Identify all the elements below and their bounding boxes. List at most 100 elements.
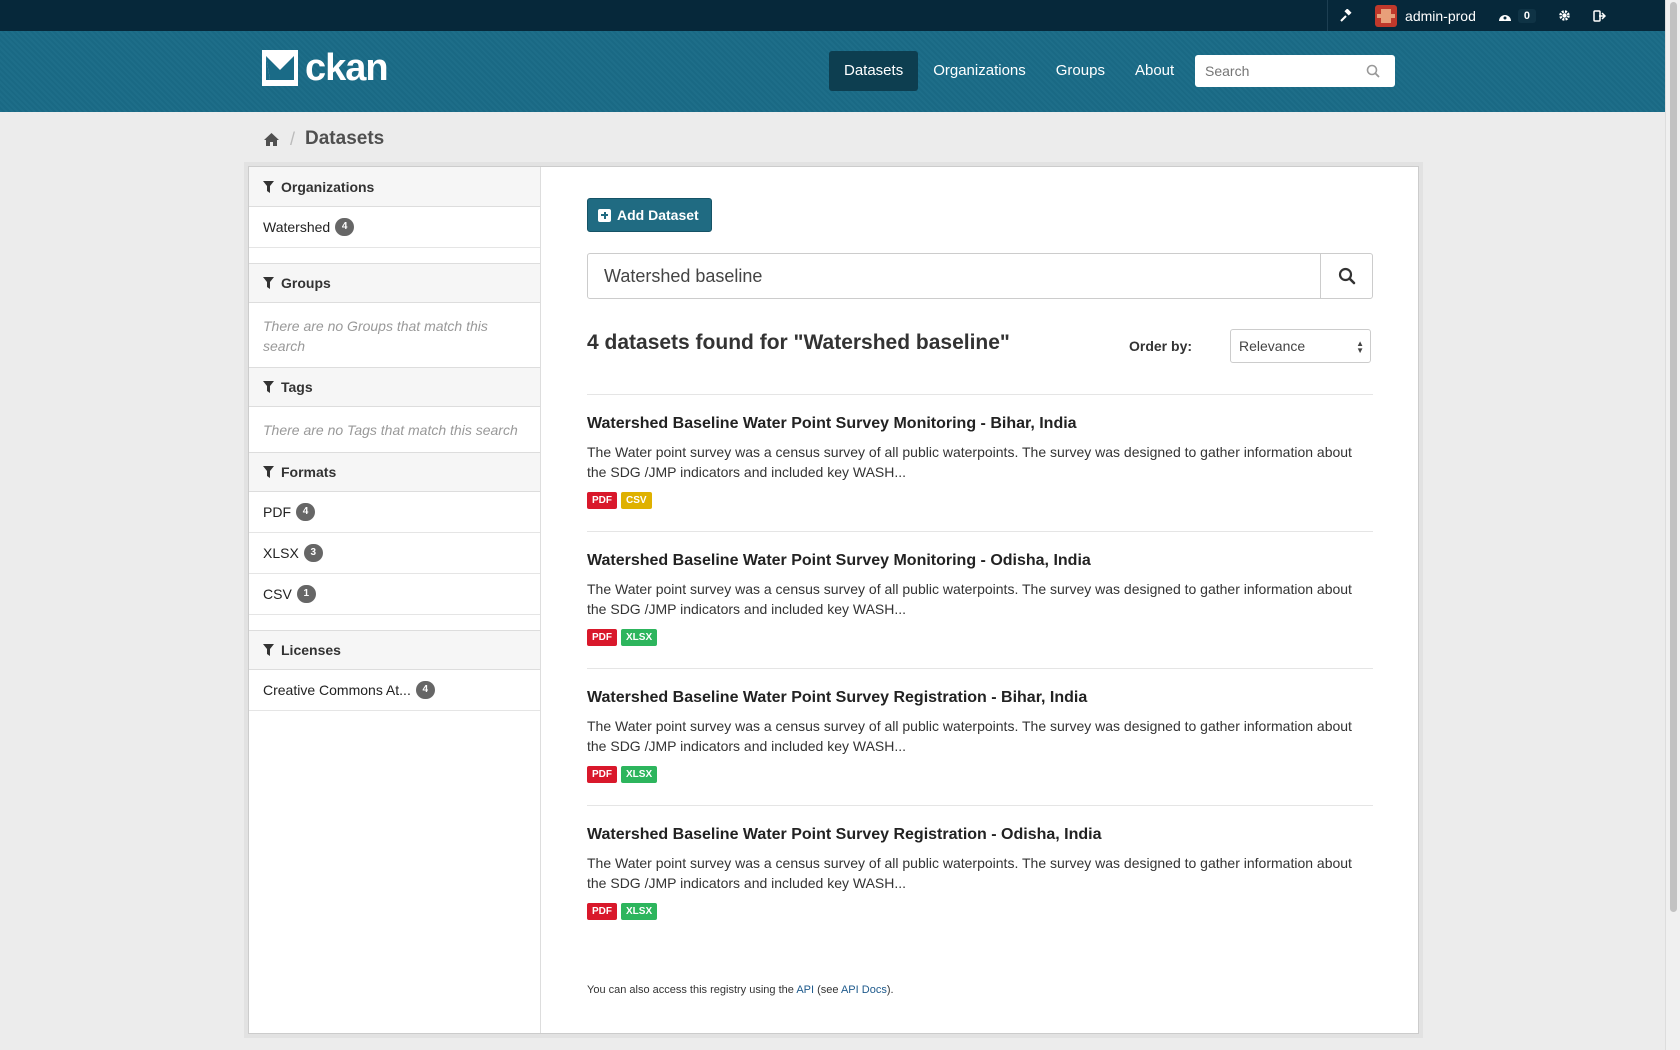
- facet-label: Watershed: [263, 219, 331, 235]
- activity-count: 0: [1517, 8, 1536, 23]
- nav-datasets[interactable]: Datasets: [829, 51, 919, 91]
- dataset-formats: PDF CSV: [587, 492, 1373, 509]
- filter-icon: [263, 644, 274, 656]
- plus-square-icon: [598, 208, 611, 222]
- facet-count: 4: [415, 681, 435, 699]
- nav-about[interactable]: About: [1120, 51, 1189, 91]
- add-dataset-button[interactable]: Add Dataset: [587, 198, 712, 232]
- facet-item-watershed[interactable]: Watershed 4: [249, 207, 540, 248]
- facet-item-pdf[interactable]: PDF 4: [249, 492, 540, 533]
- scrollbar-thumb[interactable]: [1670, 2, 1677, 912]
- dataset-formats: PDF XLSX: [587, 629, 1373, 646]
- order-by-select[interactable]: Relevance ▲ ▼: [1230, 329, 1371, 363]
- site-search-input[interactable]: [1195, 56, 1355, 86]
- format-label-pdf[interactable]: PDF: [587, 903, 617, 920]
- dataset-formats: PDF XLSX: [587, 903, 1373, 920]
- format-label-pdf[interactable]: PDF: [587, 629, 617, 646]
- format-label-csv[interactable]: CSV: [621, 492, 652, 509]
- dataset-description: The Water point survey was a census surv…: [587, 855, 1352, 891]
- dataset-item: Watershed Baseline Water Point Survey Mo…: [587, 394, 1373, 531]
- sign-out-icon: [1593, 9, 1606, 22]
- facet-count: 1: [296, 585, 316, 603]
- search-icon: [1366, 64, 1380, 78]
- format-label-pdf[interactable]: PDF: [587, 766, 617, 783]
- ckan-logo[interactable]: ckan: [262, 47, 389, 89]
- username: admin-prod: [1405, 7, 1476, 24]
- breadcrumb-current[interactable]: Datasets: [305, 128, 384, 150]
- facet-label: CSV: [263, 586, 292, 602]
- logo-text: ckan: [305, 47, 389, 89]
- api-docs-link[interactable]: API Docs: [841, 984, 887, 996]
- site-search-button[interactable]: [1355, 56, 1391, 86]
- facet-title: Groups: [281, 275, 331, 291]
- logout-link[interactable]: [1582, 0, 1617, 31]
- dataset-search-input[interactable]: [588, 254, 1320, 298]
- dataset-item: Watershed Baseline Water Point Survey Mo…: [587, 531, 1373, 668]
- facet-item-license[interactable]: Creative Commons At... 4: [249, 670, 540, 711]
- dataset-description: The Water point survey was a census surv…: [587, 444, 1352, 480]
- facet-title: Tags: [281, 379, 313, 395]
- facet-count: 3: [303, 544, 323, 562]
- results-title: 4 datasets found for "Watershed baseline…: [587, 331, 1010, 354]
- filter-icon: [263, 277, 274, 289]
- scrollbar[interactable]: [1665, 0, 1680, 1050]
- format-label-xlsx[interactable]: XLSX: [621, 766, 658, 783]
- filter-icon: [263, 180, 274, 193]
- sysadmin-link[interactable]: [1327, 0, 1364, 31]
- facet-sidebar: Organizations Watershed 4 Groups There a…: [249, 167, 541, 1033]
- facet-empty-groups: There are no Groups that match this sear…: [263, 318, 488, 354]
- api-note-middle: (see: [814, 984, 841, 996]
- breadcrumb-separator: /: [290, 128, 296, 149]
- dashboard-link[interactable]: 0: [1487, 0, 1547, 31]
- facet-item-xlsx[interactable]: XLSX 3: [249, 533, 540, 574]
- user-profile-link[interactable]: admin-prod: [1364, 0, 1487, 31]
- format-label-xlsx[interactable]: XLSX: [621, 629, 658, 646]
- logo-icon: [262, 50, 298, 86]
- gear-icon: [1559, 10, 1570, 21]
- api-note-prefix: You can also access this registry using …: [587, 984, 797, 996]
- settings-link[interactable]: [1547, 0, 1582, 31]
- facet-empty-tags: There are no Tags that match this search: [263, 422, 518, 438]
- dataset-formats: PDF XLSX: [587, 766, 1373, 783]
- search-icon: [1338, 267, 1355, 285]
- dataset-title[interactable]: Watershed Baseline Water Point Survey Mo…: [587, 415, 1373, 433]
- api-note-suffix: ).: [886, 984, 894, 996]
- nav-groups[interactable]: Groups: [1041, 51, 1120, 91]
- site-search: [1195, 55, 1395, 87]
- facet-heading-tags: Tags: [249, 367, 540, 407]
- dataset-title[interactable]: Watershed Baseline Water Point Survey Mo…: [587, 552, 1373, 570]
- facet-title: Organizations: [281, 178, 375, 195]
- facet-gap: [249, 248, 540, 263]
- api-link[interactable]: API: [796, 984, 814, 996]
- masthead: ckan Datasets Organizations Groups About: [0, 31, 1665, 112]
- facet-label: XLSX: [263, 545, 299, 561]
- facet-title: Licenses: [281, 642, 341, 658]
- home-icon[interactable]: [263, 132, 280, 147]
- dataset-search-button[interactable]: [1320, 254, 1372, 298]
- facet-count: 4: [296, 503, 315, 521]
- dataset-search: [587, 253, 1373, 299]
- dataset-title[interactable]: Watershed Baseline Water Point Survey Re…: [587, 826, 1373, 844]
- dataset-title[interactable]: Watershed Baseline Water Point Survey Re…: [587, 689, 1373, 707]
- nav-organizations[interactable]: Organizations: [918, 51, 1041, 91]
- facet-heading-formats: Formats: [249, 452, 540, 492]
- dataset-list: Watershed Baseline Water Point Survey Mo…: [587, 394, 1373, 942]
- facet-heading-licenses: Licenses: [249, 630, 540, 670]
- format-label-xlsx[interactable]: XLSX: [621, 903, 658, 920]
- facet-label: Creative Commons At...: [263, 682, 411, 698]
- facet-item-csv[interactable]: CSV 1: [249, 574, 540, 615]
- content-wrapper: Organizations Watershed 4 Groups There a…: [248, 166, 1419, 1034]
- primary-content: Add Dataset 4 datasets found for "Waters…: [542, 167, 1418, 1033]
- avatar: [1375, 4, 1398, 27]
- order-by-label: Order by:: [1129, 338, 1193, 354]
- format-label-pdf[interactable]: PDF: [587, 492, 617, 509]
- add-dataset-label: Add Dataset: [617, 207, 699, 223]
- order-by-value: Relevance: [1239, 338, 1306, 354]
- dataset-item: Watershed Baseline Water Point Survey Re…: [587, 668, 1373, 805]
- api-note: You can also access this registry using …: [587, 984, 894, 996]
- facet-heading-groups: Groups: [249, 263, 540, 303]
- main-nav: Datasets Organizations Groups About: [829, 51, 1189, 91]
- facet-label: PDF: [263, 504, 291, 520]
- dashboard-icon: [1498, 14, 1511, 21]
- filter-icon: [263, 466, 274, 478]
